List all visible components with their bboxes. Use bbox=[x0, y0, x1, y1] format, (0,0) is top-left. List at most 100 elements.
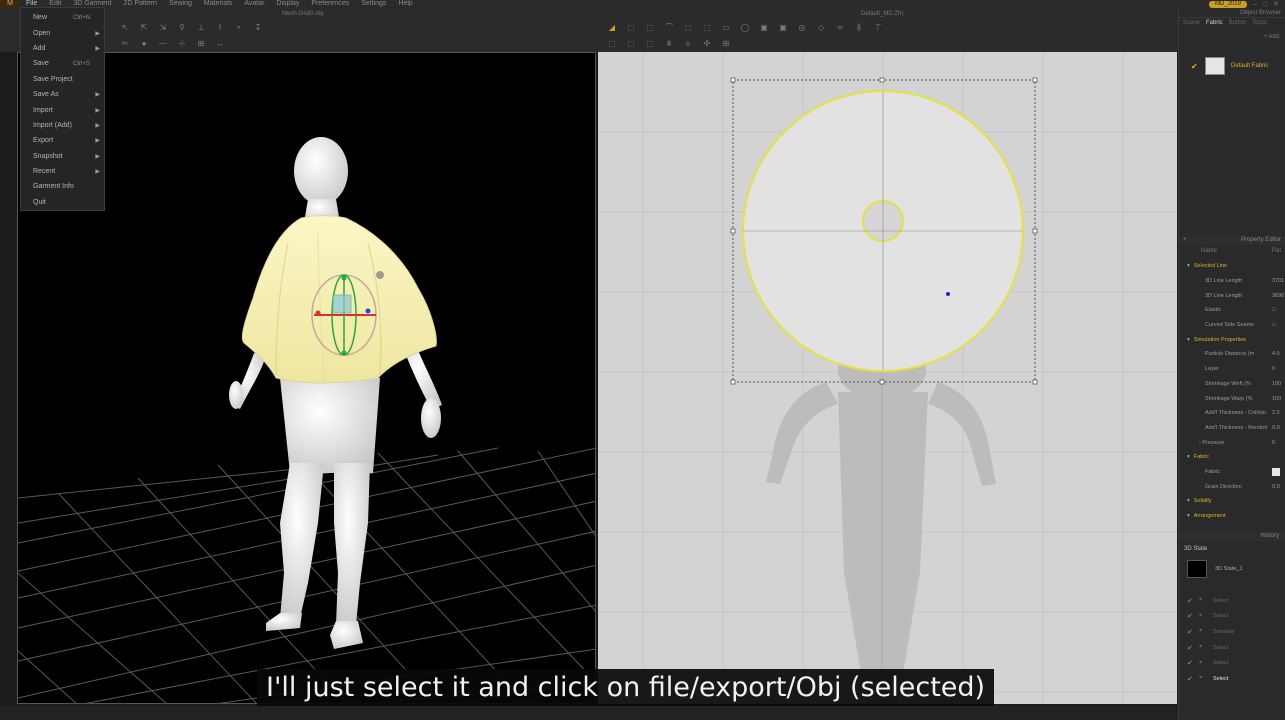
circle-icon[interactable]: ◯ bbox=[740, 24, 750, 32]
property-value[interactable]: 100 bbox=[1272, 381, 1281, 387]
file-menu-item-quit[interactable]: Quit bbox=[21, 195, 104, 210]
fabric-row[interactable]: ✔ Default Fabric bbox=[1179, 56, 1285, 76]
free-sewing-icon[interactable]: ⬚ bbox=[626, 40, 636, 48]
visibility-icon[interactable]: ✔ bbox=[1187, 644, 1199, 652]
viewport-2d[interactable] bbox=[598, 52, 1177, 704]
move-icon[interactable]: ⇱ bbox=[139, 24, 149, 32]
property-row[interactable]: Particle Distance (m 4.0 bbox=[1179, 347, 1285, 362]
expand-icon[interactable]: + bbox=[1183, 237, 1187, 243]
history-item[interactable]: ✔ ⌖ Select bbox=[1179, 671, 1285, 687]
file-menu-item-import-add-[interactable]: Import (Add) ▶ bbox=[21, 118, 104, 133]
line-icon[interactable]: — bbox=[158, 40, 168, 48]
property-value[interactable]: □ bbox=[1272, 307, 1275, 313]
file-menu-item-import[interactable]: Import ▶ bbox=[21, 102, 104, 117]
maximize-icon[interactable]: □ bbox=[1263, 1, 1267, 8]
file-menu-item-add[interactable]: Add ▶ bbox=[21, 41, 104, 56]
property-section[interactable]: Selected Line bbox=[1179, 259, 1285, 274]
property-row[interactable]: Grain Direction 0.0 bbox=[1179, 479, 1285, 494]
transform-pattern-icon[interactable]: ⬚ bbox=[626, 24, 636, 32]
dart-icon[interactable]: ◇ bbox=[816, 24, 826, 32]
menu-materials[interactable]: Materials bbox=[198, 0, 238, 8]
rectangle-icon[interactable]: ▭ bbox=[721, 24, 731, 32]
property-row[interactable]: Curved Side Seame □ bbox=[1179, 318, 1285, 333]
grid-icon[interactable]: ⊞ bbox=[196, 40, 206, 48]
property-section[interactable]: Arrangement bbox=[1179, 509, 1285, 524]
visibility-icon[interactable]: ✔ bbox=[1187, 659, 1199, 667]
expand-icon[interactable]: ↔ bbox=[215, 40, 225, 48]
internal-polygon-icon[interactable]: ▣ bbox=[759, 24, 769, 32]
property-row[interactable]: Elastic □ bbox=[1179, 303, 1285, 318]
fabric-color-chip[interactable] bbox=[1272, 467, 1280, 476]
sewing-icon[interactable]: ⫼ bbox=[854, 24, 864, 32]
menu-2d-pattern[interactable]: 2D Pattern bbox=[117, 0, 162, 8]
property-row[interactable]: Shrinkage Warp (% 100 bbox=[1179, 391, 1285, 406]
internal-rect-icon[interactable]: ▣ bbox=[778, 24, 788, 32]
menu-sewing[interactable]: Sewing bbox=[163, 0, 198, 8]
property-value[interactable]: 0 bbox=[1272, 366, 1275, 372]
property-value[interactable]: 3701 bbox=[1272, 278, 1284, 284]
visibility-icon[interactable]: ✔ bbox=[1187, 628, 1199, 636]
property-value[interactable]: □ bbox=[1272, 322, 1275, 328]
history-item[interactable]: ✔ ⌖ Simulate bbox=[1179, 624, 1285, 640]
minimize-icon[interactable]: – bbox=[1253, 1, 1257, 8]
property-value[interactable]: 100 bbox=[1272, 396, 1281, 402]
property-value[interactable]: 0.0 bbox=[1272, 484, 1280, 490]
property-row[interactable]: 3D Line Length 3701 bbox=[1179, 274, 1285, 289]
version-badge[interactable]: MD_2019 bbox=[1208, 0, 1247, 8]
property-row[interactable]: Shrinkage Weft (% 100 bbox=[1179, 377, 1285, 392]
pleat-icon[interactable]: ✣ bbox=[702, 40, 712, 48]
property-row[interactable]: 3D Line Length 3696 bbox=[1179, 288, 1285, 303]
visibility-icon[interactable]: ✔ bbox=[1187, 675, 1199, 683]
history-item[interactable]: ✔ ⌖ Select bbox=[1179, 640, 1285, 656]
menu-help[interactable]: Help bbox=[392, 0, 418, 8]
segment-sewing-icon[interactable]: ⬚ bbox=[607, 40, 617, 48]
file-menu-item-save-project[interactable]: Save Project bbox=[21, 72, 104, 87]
property-section[interactable]: Solidify bbox=[1179, 494, 1285, 509]
notch-icon[interactable]: ⊤ bbox=[873, 24, 883, 32]
pin-icon[interactable]: ⚲ bbox=[177, 24, 187, 32]
file-menu-item-new[interactable]: New Ctrl+N bbox=[21, 10, 104, 25]
tab-button[interactable]: Button bbox=[1229, 20, 1246, 26]
tuck-icon[interactable]: ⩩ bbox=[664, 40, 674, 48]
edit-point-icon[interactable]: ⬚ bbox=[645, 24, 655, 32]
property-row[interactable]: Add'l Thickness - Collisio 2.5 bbox=[1179, 406, 1285, 421]
check-sewing-icon[interactable]: ⬚ bbox=[645, 40, 655, 48]
point-icon[interactable]: ⊹ bbox=[177, 40, 187, 48]
tab-fabric[interactable]: Fabric bbox=[1206, 20, 1223, 26]
edit-curvature-icon[interactable]: ⬚ bbox=[683, 24, 693, 32]
measure-icon[interactable]: ↧ bbox=[253, 24, 263, 32]
visibility-icon[interactable]: ✔ bbox=[1187, 612, 1199, 620]
property-value[interactable]: 4.0 bbox=[1272, 351, 1280, 357]
tab-topst-[interactable]: Topst. bbox=[1252, 20, 1268, 26]
fold-arrangement-icon[interactable]: ⟡ bbox=[683, 40, 693, 48]
select-icon[interactable]: ↖ bbox=[120, 24, 130, 32]
transform-icon[interactable]: ⇲ bbox=[158, 24, 168, 32]
property-row[interactable]: Layer 0 bbox=[1179, 362, 1285, 377]
trace-icon[interactable]: ⌗ bbox=[835, 24, 845, 32]
file-menu-item-save-as[interactable]: Save As ▶ bbox=[21, 87, 104, 102]
property-value[interactable]: 0.0 bbox=[1272, 425, 1280, 431]
add-button[interactable]: + Add bbox=[1179, 34, 1285, 40]
menu-display[interactable]: Display bbox=[270, 0, 305, 8]
fold-icon[interactable]: ⌇ bbox=[215, 24, 225, 32]
tack-icon[interactable]: ⊥ bbox=[196, 24, 206, 32]
file-menu-item-recent[interactable]: Recent ▶ bbox=[21, 164, 104, 179]
close-icon[interactable]: ✕ bbox=[1273, 0, 1279, 8]
internal-circle-icon[interactable]: ◎ bbox=[797, 24, 807, 32]
property-value[interactable]: 0 bbox=[1272, 440, 1275, 446]
state-row[interactable]: 3D State_1 bbox=[1187, 560, 1243, 578]
property-row[interactable]: Add'l Thickness - Renderi 0.0 bbox=[1179, 421, 1285, 436]
property-row[interactable]: › Pressure 0 bbox=[1179, 435, 1285, 450]
visibility-icon[interactable]: ✔ bbox=[1187, 597, 1199, 605]
brush-icon[interactable]: ⚬ bbox=[234, 24, 244, 32]
history-item[interactable]: ✔ ⌖ Select bbox=[1179, 655, 1285, 671]
menu-preferences[interactable]: Preferences bbox=[305, 0, 355, 8]
menu-settings[interactable]: Settings bbox=[355, 0, 392, 8]
menu-avatar[interactable]: Avatar bbox=[238, 0, 270, 8]
property-section[interactable]: Fabric bbox=[1179, 450, 1285, 465]
history-item[interactable]: ✔ ⌖ Select bbox=[1179, 609, 1285, 625]
sphere-icon[interactable]: ● bbox=[139, 40, 149, 48]
property-row[interactable]: Fabric bbox=[1179, 465, 1285, 480]
file-menu-item-export[interactable]: Export ▶ bbox=[21, 133, 104, 148]
edit-pattern-icon[interactable]: ◢ bbox=[607, 24, 617, 32]
